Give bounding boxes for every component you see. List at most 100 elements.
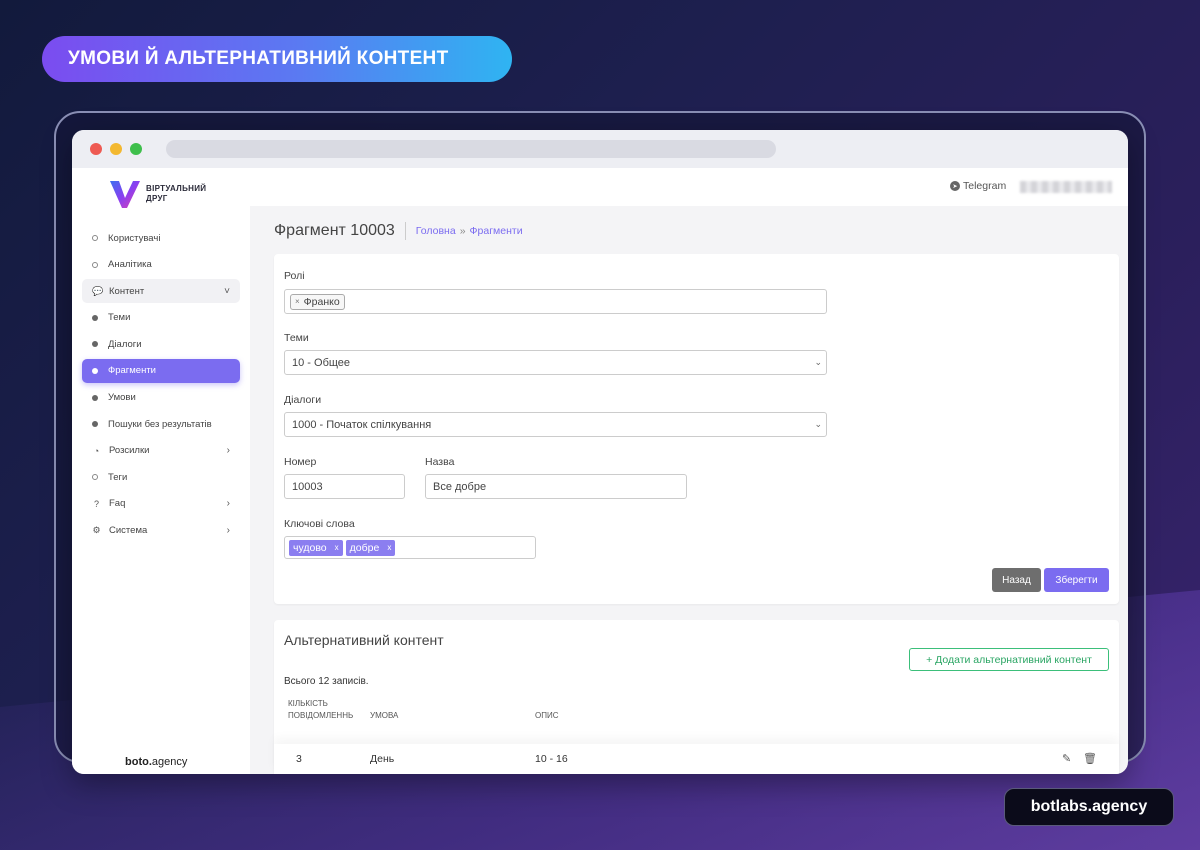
number-label: Номер xyxy=(284,456,317,468)
themes-label: Теми xyxy=(284,332,309,344)
keyword-tag-label: добре xyxy=(349,541,380,554)
records-total: Всього 12 записів. xyxy=(284,676,369,687)
sidebar-item-users[interactable]: Користувачі xyxy=(82,226,240,250)
column-header-line: ПОВІДОМЛЕННЬ xyxy=(288,711,354,720)
telegram-link[interactable]: ➤ Telegram xyxy=(950,180,1006,192)
roles-multiselect[interactable]: × Франко xyxy=(284,289,827,314)
column-header-line: КІЛЬКІСТЬ xyxy=(288,699,328,708)
number-input-value: 10003 xyxy=(292,480,323,493)
address-bar[interactable] xyxy=(166,140,776,158)
sidebar-item-label: Користувачі xyxy=(108,232,161,244)
sidebar-item-label: Розсилки xyxy=(109,445,150,457)
alternative-content-card: Альтернативний контент + Додати альтерна… xyxy=(274,620,1119,774)
remove-keyword-icon[interactable]: x xyxy=(335,543,339,552)
brand-bold: boto. xyxy=(125,756,152,768)
bullet-icon xyxy=(92,394,98,401)
name-input[interactable]: Все добре xyxy=(425,474,687,499)
column-header-message-count[interactable]: КІЛЬКІСТЬ ПОВІДОМЛЕННЬ xyxy=(288,698,353,722)
v-logo-icon xyxy=(110,181,140,208)
sidebar-item-label: Діалоги xyxy=(108,338,142,350)
add-alternative-content-button[interactable]: + Додати альтернативний контент xyxy=(909,648,1109,671)
chevron-down-icon: ˅ xyxy=(224,285,230,297)
sidebar-item-broadcasts[interactable]: ◔ Розсилки › xyxy=(82,439,240,463)
sidebar-item-fragments[interactable]: Фрагменти xyxy=(82,358,240,383)
browser-titlebar xyxy=(72,130,1128,168)
telegram-icon: ➤ xyxy=(950,181,960,191)
sidebar-item-faq[interactable]: ? Faq › xyxy=(82,492,240,516)
dialogs-select[interactable]: 1000 - Початок спілкування ⌄ xyxy=(284,412,827,437)
cell-condition: День xyxy=(370,753,395,765)
topbar: ➤ Telegram xyxy=(250,168,1128,206)
breadcrumb-separator: » xyxy=(459,225,466,237)
logo-line-2: ДРУГ xyxy=(146,194,168,203)
comment-icon: 💬 xyxy=(92,285,104,296)
logo-line-1: ВІРТУАЛЬНИЙ xyxy=(146,184,207,193)
trash-icon[interactable]: 🗑 xyxy=(1083,752,1097,765)
sidebar-nav: Користувачі Аналітика 💬 Контент ˅ Теми Д… xyxy=(82,226,240,545)
role-tag: × Франко xyxy=(290,293,345,310)
maximize-window-icon[interactable] xyxy=(130,143,142,155)
sidebar-item-label: Фрагменти xyxy=(108,365,156,377)
themes-select[interactable]: 10 - Общее ⌄ xyxy=(284,350,827,375)
sidebar-item-system[interactable]: ⚙ Система › xyxy=(82,519,240,543)
circle-hollow-icon xyxy=(92,474,98,481)
chevron-down-icon: ⌄ xyxy=(814,357,822,367)
feature-title: УМОВИ Й АЛЬТЕРНАТИВНИЙ КОНТЕНТ xyxy=(68,48,449,69)
sidebar-item-tags[interactable]: Теги xyxy=(82,465,240,489)
keywords-label: Ключові слова xyxy=(284,518,355,530)
sidebar: ВІРТУАЛЬНИЙ ДРУГ Користувачі Аналітика 💬… xyxy=(72,168,250,774)
save-button[interactable]: Зберегти xyxy=(1044,568,1109,592)
sidebar-item-label: Система xyxy=(109,525,148,537)
remove-keyword-icon[interactable]: x xyxy=(387,543,391,552)
name-input-value: Все добре xyxy=(433,480,487,493)
sidebar-footer-brand: boto.agency xyxy=(125,756,187,768)
sidebar-item-empty-searches[interactable]: Пошуки без результатів xyxy=(82,412,240,436)
broadcast-icon: ◔ xyxy=(93,445,100,456)
table-row[interactable]: 3 День 10 - 16 ✎ 🗑 xyxy=(274,744,1119,774)
close-window-icon[interactable] xyxy=(90,143,102,155)
keyword-tag: добре x xyxy=(345,539,396,556)
name-label: Назва xyxy=(425,456,455,468)
sidebar-item-analytics[interactable]: Аналітика xyxy=(82,253,240,277)
app-logo[interactable]: ВІРТУАЛЬНИЙ ДРУГ xyxy=(108,178,206,210)
minimize-window-icon[interactable] xyxy=(110,143,122,155)
number-input[interactable]: 10003 xyxy=(284,474,405,499)
fragment-form-card: Ролі × Франко Теми 10 - Общее ⌄ Діалоги … xyxy=(274,254,1119,604)
column-header-condition[interactable]: УМОВА xyxy=(370,710,398,722)
keywords-input[interactable]: чудово x добре x xyxy=(284,536,536,559)
blurred-user-info[interactable] xyxy=(1020,181,1112,193)
dialogs-select-value: 1000 - Початок спілкування xyxy=(292,418,432,431)
main-content: Фрагмент 10003 Головна» Фрагменти Ролі × … xyxy=(250,206,1128,774)
page-header: Фрагмент 10003 Головна» Фрагменти xyxy=(274,222,523,240)
breadcrumb: Головна» Фрагменти xyxy=(416,225,523,237)
brand-rest: agency xyxy=(151,756,188,768)
bullet-icon xyxy=(92,314,98,321)
sidebar-item-label: Faq xyxy=(109,498,126,510)
bullet-icon xyxy=(92,341,98,348)
edit-icon[interactable]: ✎ xyxy=(1062,752,1071,765)
sidebar-item-label: Умови xyxy=(108,392,136,404)
breadcrumb-fragments[interactable]: Фрагменти xyxy=(470,225,523,237)
sidebar-item-dialogs[interactable]: Діалоги xyxy=(82,332,240,356)
column-header-description[interactable]: ОПИС xyxy=(535,710,559,722)
feature-title-banner: УМОВИ Й АЛЬТЕРНАТИВНИЙ КОНТЕНТ xyxy=(42,36,512,82)
back-button[interactable]: Назад xyxy=(992,568,1041,592)
telegram-label: Telegram xyxy=(963,180,1007,192)
sidebar-item-label: Теми xyxy=(108,312,131,324)
sidebar-item-label: Теги xyxy=(108,471,128,483)
logo-text: ВІРТУАЛЬНИЙ ДРУГ xyxy=(146,184,206,204)
remove-role-icon[interactable]: × xyxy=(295,297,300,306)
cell-count: 3 xyxy=(296,753,302,765)
sidebar-item-content[interactable]: 💬 Контент ˅ xyxy=(82,279,240,304)
breadcrumb-home[interactable]: Головна xyxy=(416,225,456,237)
header-divider xyxy=(404,222,406,240)
page-title: Фрагмент 10003 xyxy=(274,222,395,239)
gears-icon: ⚙ xyxy=(92,525,101,536)
sidebar-item-conditions[interactable]: Умови xyxy=(82,386,240,410)
footer-brand-badge: botlabs.agency xyxy=(1004,788,1174,826)
sidebar-item-themes[interactable]: Теми xyxy=(82,306,240,330)
keyword-tag-label: чудово xyxy=(293,541,327,554)
bullet-icon xyxy=(92,367,98,374)
bullet-icon xyxy=(92,421,98,428)
alt-content-title: Альтернативний контент xyxy=(284,632,444,648)
